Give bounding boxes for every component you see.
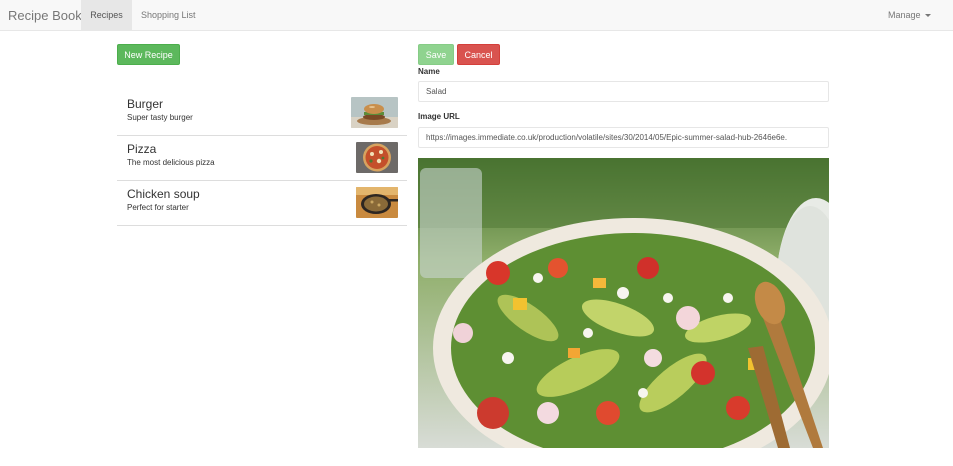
brand-link[interactable]: Recipe Book — [8, 0, 82, 31]
recipe-description: Perfect for starter — [127, 203, 189, 212]
recipe-name: Chicken soup — [127, 187, 200, 201]
manage-label: Manage — [888, 10, 921, 20]
name-input[interactable]: Salad — [418, 81, 829, 102]
tab-recipes[interactable]: Recipes — [81, 0, 132, 31]
image-url-label: Image URL — [418, 112, 460, 121]
recipe-item-pizza[interactable]: Pizza The most delicious pizza — [117, 136, 407, 181]
recipe-item-chicken-soup[interactable]: Chicken soup Perfect for starter — [117, 181, 407, 226]
navbar: Recipe Book Recipes Shopping List Manage — [0, 0, 953, 31]
tab-shopping-list[interactable]: Shopping List — [132, 0, 205, 31]
recipe-name: Pizza — [127, 142, 157, 156]
image-url-input[interactable]: https://images.immediate.co.uk/productio… — [418, 127, 829, 148]
recipe-item-burger[interactable]: Burger Super tasty burger — [117, 91, 407, 136]
save-button[interactable]: Save — [418, 44, 454, 65]
pizza-thumbnail — [356, 142, 398, 173]
soup-thumbnail — [356, 187, 398, 218]
recipe-description: Super tasty burger — [127, 113, 193, 122]
manage-dropdown[interactable]: Manage — [888, 0, 931, 31]
cancel-button[interactable]: Cancel — [457, 44, 500, 65]
new-recipe-button[interactable]: New Recipe — [117, 44, 180, 65]
caret-down-icon — [924, 14, 931, 18]
salad-preview-image — [418, 158, 829, 448]
recipe-list: Burger Super tasty burger Pizza The most… — [117, 91, 407, 226]
burger-thumbnail — [351, 97, 398, 128]
recipe-name: Burger — [127, 97, 164, 111]
name-label: Name — [418, 67, 440, 76]
recipe-description: The most delicious pizza — [127, 158, 215, 167]
